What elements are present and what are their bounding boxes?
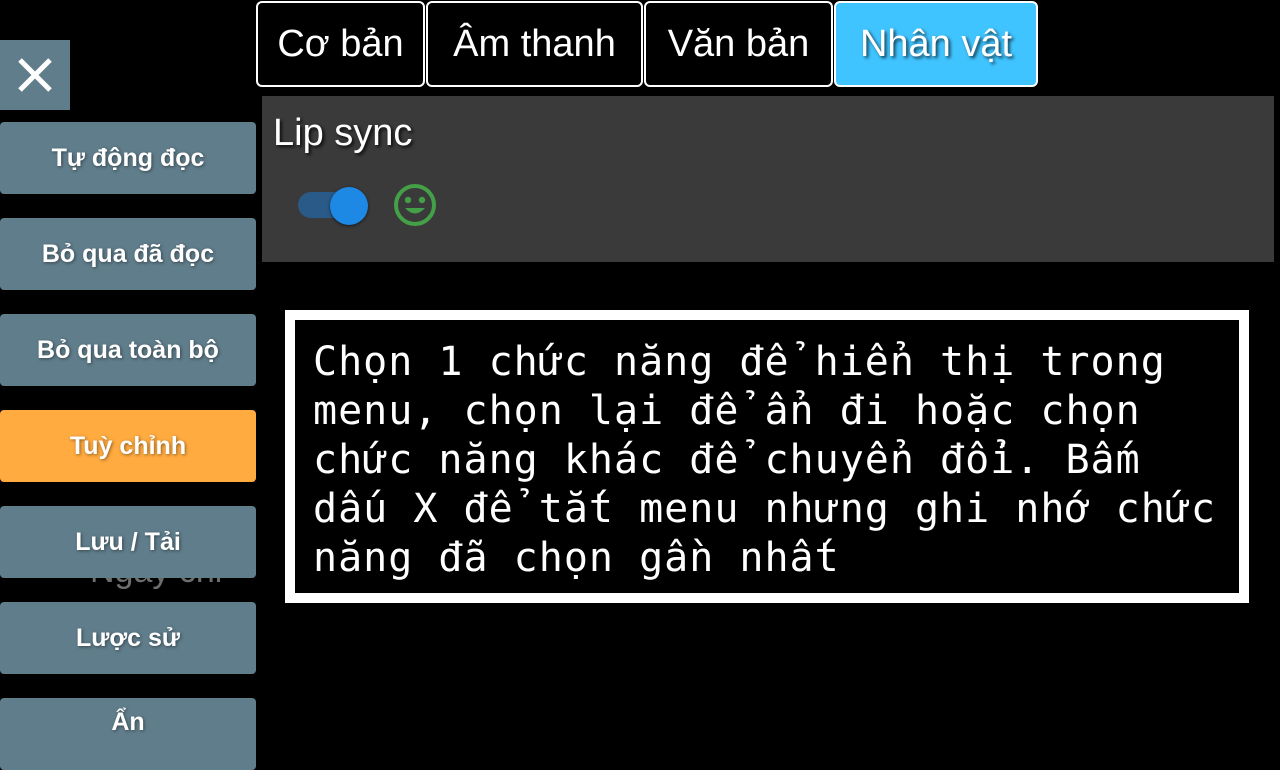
sidebar-item-hide[interactable]: Ẩn [0, 698, 256, 770]
setting-title: Lip sync [273, 112, 413, 154]
lip-sync-toggle[interactable] [298, 187, 368, 225]
sidebar-item-customize[interactable]: Tuỳ chỉnh [0, 410, 256, 482]
tab-sound[interactable]: Âm thanh [426, 1, 643, 87]
smiley-face-icon [394, 184, 436, 226]
sidebar-item-history[interactable]: Lược sử [0, 602, 256, 674]
sidebar-item-auto-read[interactable]: Tự động đọc [0, 122, 256, 194]
help-dialog: Chọn 1 chức năng để hiển thị trong menu,… [285, 310, 1249, 603]
tab-character[interactable]: Nhân vật [834, 1, 1038, 87]
setting-panel: Lip sync [262, 96, 1274, 262]
close-button[interactable] [0, 40, 70, 110]
close-icon [18, 58, 52, 92]
help-text: Chọn 1 chức năng để hiển thị trong menu,… [295, 320, 1239, 593]
toggle-knob [330, 187, 368, 225]
sidebar-item-skip-read[interactable]: Bỏ qua đã đọc [0, 218, 256, 290]
tab-basic[interactable]: Cơ bản [256, 1, 425, 87]
sidebar-item-skip-all[interactable]: Bỏ qua toàn bộ [0, 314, 256, 386]
sidebar-item-save-load[interactable]: Lưu / Tải [0, 506, 256, 578]
tab-text[interactable]: Văn bản [644, 1, 833, 87]
